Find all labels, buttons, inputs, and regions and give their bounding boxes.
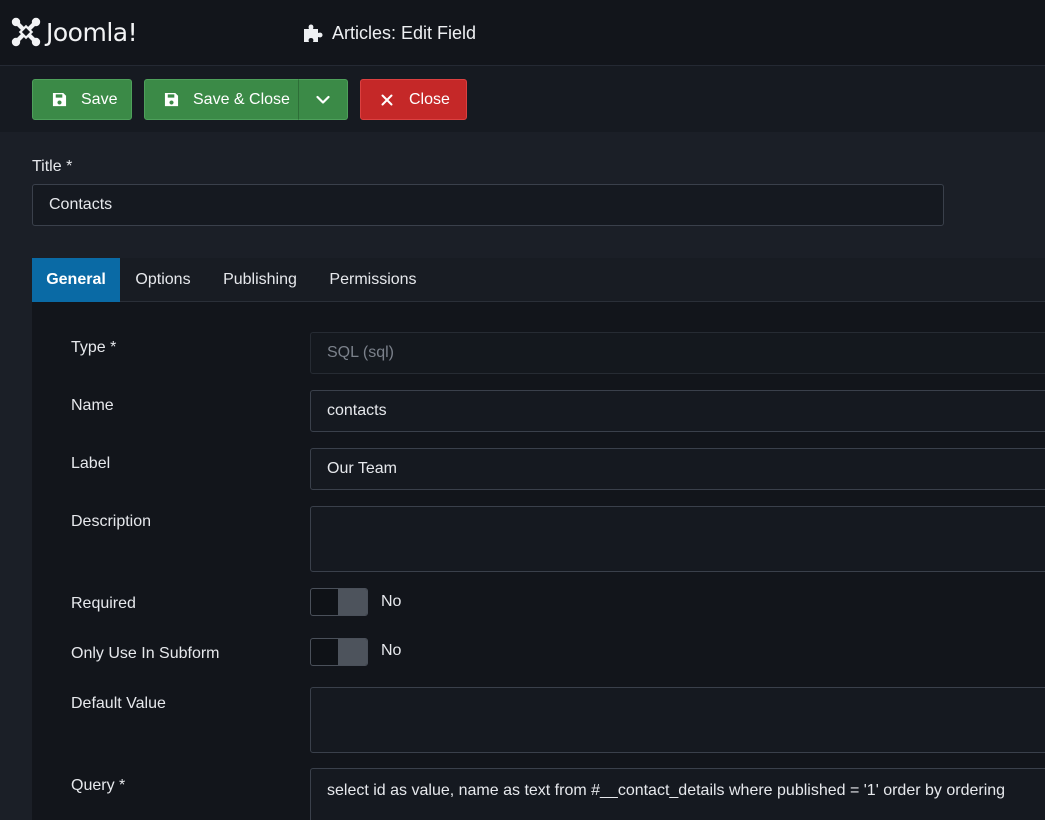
tab-publishing[interactable]: Publishing bbox=[206, 258, 314, 302]
name-label: Name bbox=[71, 397, 114, 414]
floppy-disk-icon bbox=[51, 92, 67, 108]
app-header: Joomla! Articles: Edit Field bbox=[0, 0, 1045, 66]
only-subform-label: Only Use In Subform bbox=[71, 645, 220, 662]
joomla-logo-text: Joomla! bbox=[46, 17, 138, 47]
only-subform-switch[interactable] bbox=[310, 638, 368, 666]
switch-knob bbox=[338, 589, 367, 615]
chevron-down-icon bbox=[316, 95, 330, 104]
label-label: Label bbox=[71, 455, 111, 472]
tab-options[interactable]: Options bbox=[120, 258, 206, 302]
description-textarea[interactable] bbox=[310, 506, 1045, 572]
save-options-dropdown-toggle[interactable] bbox=[298, 79, 348, 120]
joomla-logo[interactable]: Joomla! bbox=[10, 16, 138, 48]
type-field: SQL (sql) bbox=[310, 332, 1045, 374]
required-switch[interactable] bbox=[310, 588, 368, 616]
title-label: Title * bbox=[32, 158, 73, 175]
joomla-logo-icon bbox=[11, 17, 41, 47]
type-label: Type * bbox=[71, 339, 117, 356]
page-title-text: Articles: Edit Field bbox=[332, 22, 477, 43]
tab-permissions[interactable]: Permissions bbox=[314, 258, 432, 302]
floppy-disk-icon bbox=[163, 92, 179, 108]
save-button[interactable]: Save bbox=[32, 79, 132, 120]
close-button[interactable]: Close bbox=[360, 79, 467, 120]
label-input[interactable]: Our Team bbox=[310, 448, 1045, 490]
page-title: Articles: Edit Field bbox=[302, 20, 476, 46]
save-label: Save bbox=[81, 90, 118, 108]
close-icon bbox=[381, 94, 393, 105]
default-value-textarea[interactable] bbox=[310, 687, 1045, 753]
switch-knob bbox=[338, 639, 367, 665]
required-state: No bbox=[381, 593, 402, 610]
query-label: Query * bbox=[71, 777, 126, 794]
tab-general[interactable]: General bbox=[32, 258, 120, 302]
name-input[interactable]: contacts bbox=[310, 390, 1045, 432]
default-value-label: Default Value bbox=[71, 695, 166, 712]
puzzle-piece-icon bbox=[304, 24, 323, 42]
only-subform-state: No bbox=[381, 642, 402, 659]
required-label: Required bbox=[71, 595, 136, 612]
save-and-close-label: Save & Close bbox=[193, 90, 290, 108]
tab-bar: General Options Publishing Permissions bbox=[32, 258, 1045, 302]
title-input[interactable]: Contacts bbox=[32, 184, 944, 226]
query-textarea[interactable]: select id as value, name as text from #_… bbox=[310, 768, 1045, 820]
toolbar: Save Save & Close Close bbox=[0, 66, 1045, 132]
close-label: Close bbox=[409, 90, 450, 108]
save-and-close-button[interactable]: Save & Close bbox=[144, 79, 299, 120]
description-label: Description bbox=[71, 513, 152, 530]
